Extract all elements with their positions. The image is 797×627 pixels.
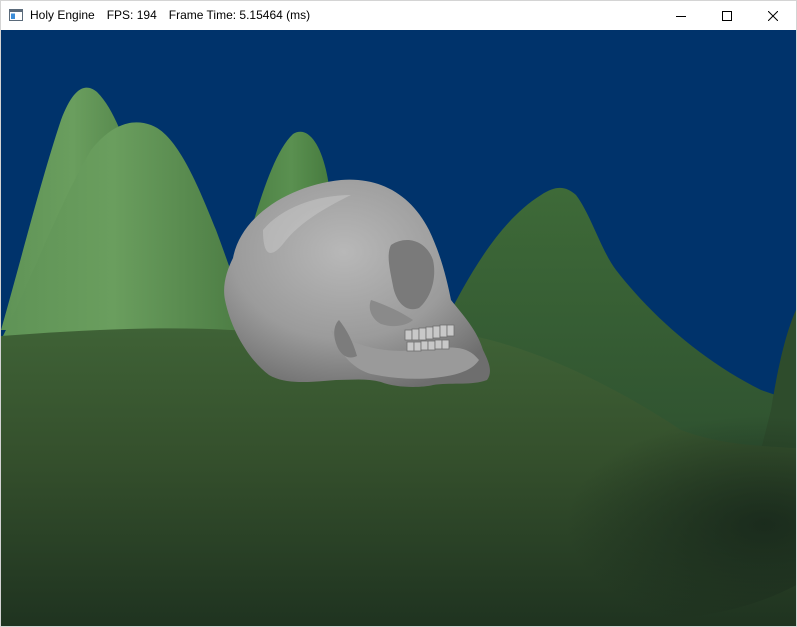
maximize-button[interactable] (704, 1, 750, 30)
window-controls (658, 1, 796, 30)
render-viewport[interactable] (1, 30, 796, 626)
close-icon (768, 10, 778, 21)
maximize-icon (722, 10, 732, 21)
close-button[interactable] (750, 1, 796, 30)
minimize-button[interactable] (658, 1, 704, 30)
window-title: Holy Engine FPS: 194 Frame Time: 5.15464 (… (30, 8, 322, 23)
app-title: Holy Engine (30, 8, 95, 22)
minimize-icon (676, 15, 686, 17)
app-window-icon (9, 9, 23, 21)
fps-readout: FPS: 194 (106, 8, 157, 22)
frame-time-readout: Frame Time: 5.15464 (ms) (168, 8, 311, 22)
title-bar[interactable]: Holy Engine FPS: 194 Frame Time: 5.15464 (… (1, 1, 796, 30)
engine-window: Holy Engine FPS: 194 Frame Time: 5.15464 (… (0, 0, 797, 627)
